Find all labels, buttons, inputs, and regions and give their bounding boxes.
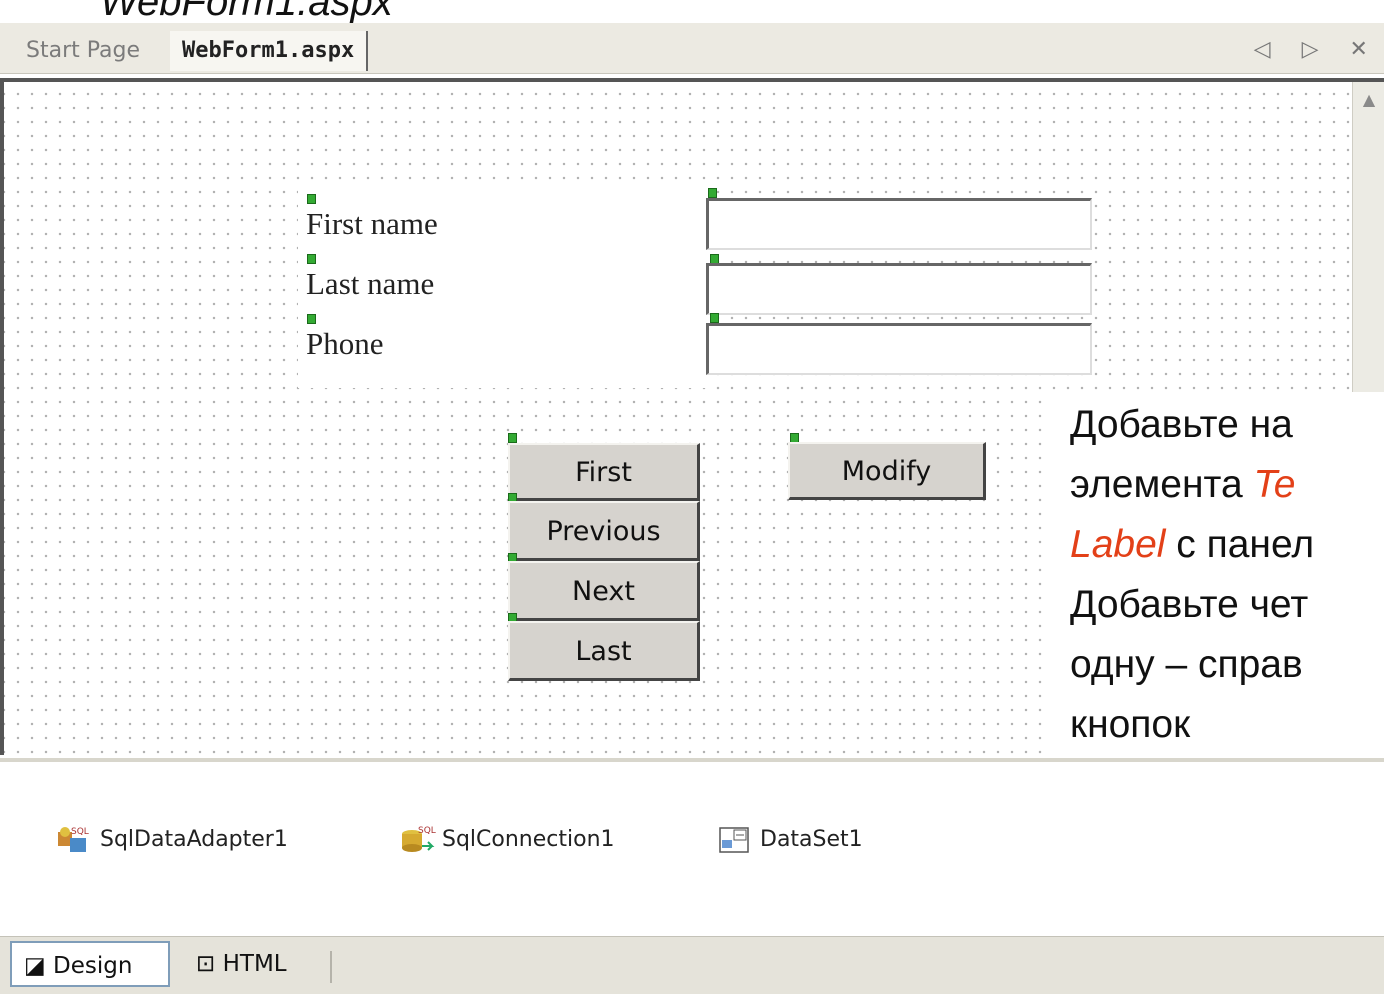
first-name-textbox[interactable] xyxy=(706,198,1092,250)
tray-item-label: SqlDataAdapter1 xyxy=(100,826,288,852)
tray-item-sqlconnection[interactable]: SQL SqlConnection1 xyxy=(398,824,615,854)
control-glyph-icon xyxy=(710,313,719,323)
instruction-line: кнопок xyxy=(1070,703,1191,746)
document-tab-strip: Start Page WebForm1.aspx ◁ ▷ ✕ xyxy=(0,23,1384,74)
last-button[interactable]: Last xyxy=(508,621,700,681)
instruction-line: Добавьте чет xyxy=(1070,583,1309,626)
svg-text:SQL: SQL xyxy=(71,827,89,837)
control-glyph-icon xyxy=(307,314,316,324)
first-button[interactable]: First xyxy=(508,443,700,501)
control-glyph-icon xyxy=(307,194,316,204)
tray-item-dataset[interactable]: DataSet1 xyxy=(716,824,863,854)
instruction-highlight: Te xyxy=(1253,463,1296,506)
label-first-name[interactable]: First name xyxy=(306,206,438,242)
instruction-text: Добавьте на элемента Te Label с панел До… xyxy=(1052,395,1384,760)
view-separator xyxy=(330,951,332,983)
instruction-line: элемента Te xyxy=(1070,463,1296,506)
slide-title: WebForm1.aspx xyxy=(100,0,393,24)
html-view-icon: ⊡ xyxy=(196,951,216,977)
control-glyph-icon xyxy=(708,188,717,198)
design-view-label: Design xyxy=(53,953,133,979)
control-glyph-icon xyxy=(307,254,316,264)
component-tray: SQL SqlDataAdapter1 SQL SqlConnection1 D… xyxy=(0,758,1384,940)
last-name-textbox[interactable] xyxy=(706,263,1092,315)
tray-item-label: DataSet1 xyxy=(760,826,863,852)
sqlconnection-icon: SQL xyxy=(398,824,436,854)
design-view-icon: ◪ xyxy=(24,953,46,979)
previous-button[interactable]: Previous xyxy=(508,501,700,561)
tab-webform1[interactable]: WebForm1.aspx xyxy=(170,31,369,71)
dataset-icon xyxy=(716,824,754,854)
tab-start-page[interactable]: Start Page xyxy=(14,31,152,71)
modify-button[interactable]: Modify xyxy=(788,442,986,500)
instruction-highlight: Label xyxy=(1070,523,1166,566)
scroll-up-icon[interactable]: ▲ xyxy=(1353,82,1384,116)
vertical-scrollbar[interactable]: ▲ xyxy=(1352,82,1384,392)
phone-textbox[interactable] xyxy=(706,323,1092,375)
instruction-line: Label с панел xyxy=(1070,523,1315,566)
design-view-tab[interactable]: ◪ Design xyxy=(10,941,170,987)
control-glyph-icon xyxy=(508,433,517,443)
tab-scroll-close-controls[interactable]: ◁ ▷ ✕ xyxy=(1254,37,1380,62)
instruction-line: Добавьте на xyxy=(1070,403,1293,446)
sqldataadapter-icon: SQL xyxy=(56,824,94,854)
svg-text:SQL: SQL xyxy=(418,826,436,836)
tray-item-label: SqlConnection1 xyxy=(442,826,615,852)
label-phone[interactable]: Phone xyxy=(306,326,384,362)
html-view-tab[interactable]: ⊡ HTML xyxy=(184,941,304,987)
next-button[interactable]: Next xyxy=(508,561,700,621)
instruction-line: одну – справ xyxy=(1070,643,1303,686)
view-switcher-bar: ◪ Design ⊡ HTML xyxy=(0,936,1384,994)
label-last-name[interactable]: Last name xyxy=(306,266,434,302)
html-view-label: HTML xyxy=(222,951,287,977)
tray-item-sqldataadapter[interactable]: SQL SqlDataAdapter1 xyxy=(56,824,288,854)
